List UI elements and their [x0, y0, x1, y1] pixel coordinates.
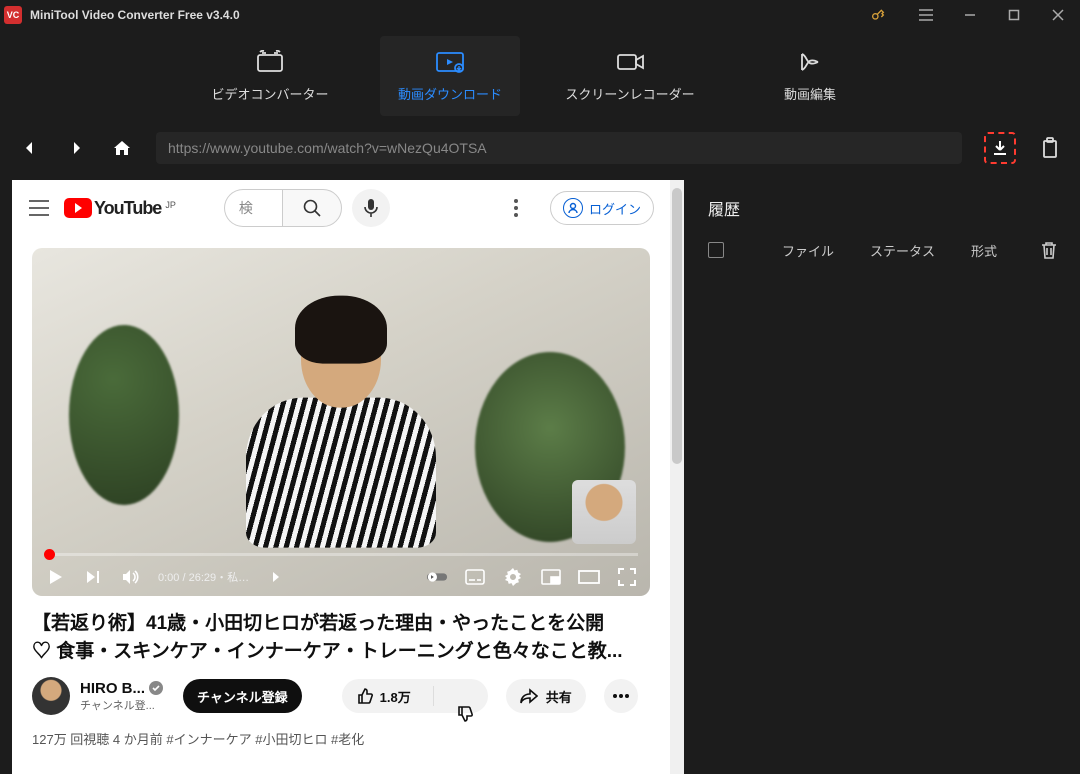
url-text: https://www.youtube.com/watch?v=wNezQu4O… [168, 140, 487, 156]
youtube-play-icon [64, 198, 92, 218]
browser-view: YouTube JP 検 ログイン [12, 180, 684, 774]
next-button[interactable] [82, 566, 104, 588]
upgrade-icon[interactable] [856, 0, 900, 30]
settings-button[interactable] [502, 566, 524, 588]
col-file: ファイル [782, 241, 834, 260]
converter-icon [254, 50, 286, 74]
video-subject [241, 308, 441, 568]
editor-icon [794, 50, 826, 74]
theater-button[interactable] [578, 566, 600, 588]
tab-video-editor[interactable]: 動画編集 [740, 36, 880, 116]
youtube-header: YouTube JP 検 ログイン [12, 180, 670, 236]
titlebar: VC MiniTool Video Converter Free v3.4.0 [0, 0, 1080, 30]
tab-label: スクリーンレコーダー [565, 84, 694, 103]
share-label: 共有 [546, 687, 572, 706]
play-button[interactable] [44, 566, 66, 588]
tab-video-download[interactable]: 動画ダウンロード [380, 36, 520, 116]
col-status: ステータス [870, 241, 935, 260]
dislike-button[interactable] [442, 679, 488, 713]
login-label: ログイン [589, 199, 641, 218]
scrollbar-thumb[interactable] [672, 188, 682, 464]
tab-screen-recorder[interactable]: スクリーンレコーダー [560, 36, 700, 116]
tab-label: 動画編集 [784, 84, 836, 103]
autoplay-toggle[interactable] [426, 566, 448, 588]
search-input[interactable]: 検 [224, 189, 282, 227]
forward-button[interactable] [64, 136, 88, 160]
hamburger-icon[interactable] [28, 199, 52, 217]
app-title: MiniTool Video Converter Free v3.4.0 [30, 8, 240, 22]
volume-button[interactable] [120, 566, 142, 588]
menu-icon[interactable] [904, 0, 948, 30]
verified-icon [149, 681, 163, 695]
select-all-checkbox[interactable] [708, 242, 724, 258]
history-title: 履歴 [708, 196, 1058, 220]
search-button[interactable] [282, 189, 342, 227]
download-icon [434, 50, 466, 74]
channel-subs: チャンネル登... [80, 697, 163, 713]
youtube-wordmark: YouTube [94, 198, 161, 219]
maximize-icon[interactable] [992, 0, 1036, 30]
player-controls: 0:00 / 26:29・私… [32, 558, 650, 596]
recorder-icon [614, 50, 646, 74]
app-icon: VC [4, 6, 22, 24]
youtube-search: 検 [224, 189, 390, 227]
subscribe-button[interactable]: チャンネル登録 [183, 679, 302, 713]
more-icon[interactable] [514, 199, 538, 217]
history-panel: 履歴 ファイル ステータス 形式 [684, 174, 1080, 774]
captions-button[interactable] [464, 566, 486, 588]
back-button[interactable] [18, 136, 42, 160]
time-display: 0:00 / 26:29・私… [158, 569, 249, 585]
col-format: 形式 [971, 241, 997, 260]
share-button[interactable]: 共有 [506, 679, 586, 713]
tab-label: 動画ダウンロード [398, 84, 502, 103]
progress-bar[interactable] [44, 553, 638, 556]
chevron-right-icon[interactable] [265, 566, 287, 588]
miniplayer-button[interactable] [540, 566, 562, 588]
youtube-logo[interactable]: YouTube JP [64, 198, 176, 219]
delete-button[interactable] [1040, 240, 1058, 260]
video-bg [69, 325, 179, 505]
close-icon[interactable] [1036, 0, 1080, 30]
video-player[interactable]: 0:00 / 26:29・私… [32, 248, 650, 596]
scrollbar-track[interactable] [670, 180, 684, 774]
clipboard-button[interactable] [1038, 134, 1062, 162]
like-count: 1.8万 [380, 687, 411, 706]
user-icon [563, 198, 583, 218]
youtube-country: JP [165, 200, 176, 210]
browser-nav: https://www.youtube.com/watch?v=wNezQu4O… [0, 122, 1080, 174]
url-input[interactable]: https://www.youtube.com/watch?v=wNezQu4O… [156, 132, 962, 164]
login-button[interactable]: ログイン [550, 191, 654, 225]
like-button[interactable]: 1.8万 [342, 679, 425, 713]
main-tabs: ビデオコンバーター 動画ダウンロード スクリーンレコーダー 動画編集 [0, 30, 1080, 122]
history-header: ファイル ステータス 形式 [708, 240, 1058, 260]
tab-label: ビデオコンバーター [211, 84, 328, 103]
tab-video-converter[interactable]: ビデオコンバーター [200, 36, 340, 116]
like-dislike-pill: 1.8万 [342, 679, 488, 713]
minimize-icon[interactable] [948, 0, 992, 30]
pip-thumbnail [572, 480, 636, 544]
channel-row: HIRO B... チャンネル登... チャンネル登録 1.8万 共有 [12, 669, 670, 715]
channel-avatar[interactable] [32, 677, 70, 715]
home-button[interactable] [110, 136, 134, 160]
download-button[interactable] [984, 132, 1016, 164]
channel-name[interactable]: HIRO B... [80, 680, 163, 697]
voice-search-button[interactable] [352, 189, 390, 227]
video-title: 【若返り術】41歳・小田切ヒロが若返った理由・やったことを公開 ♡ 食事・スキン… [12, 596, 670, 669]
video-meta: 127万 回視聴 4 か月前 #インナーケア #小田切ヒロ #老化 [12, 715, 670, 748]
fullscreen-button[interactable] [616, 566, 638, 588]
more-actions-button[interactable] [604, 679, 638, 713]
